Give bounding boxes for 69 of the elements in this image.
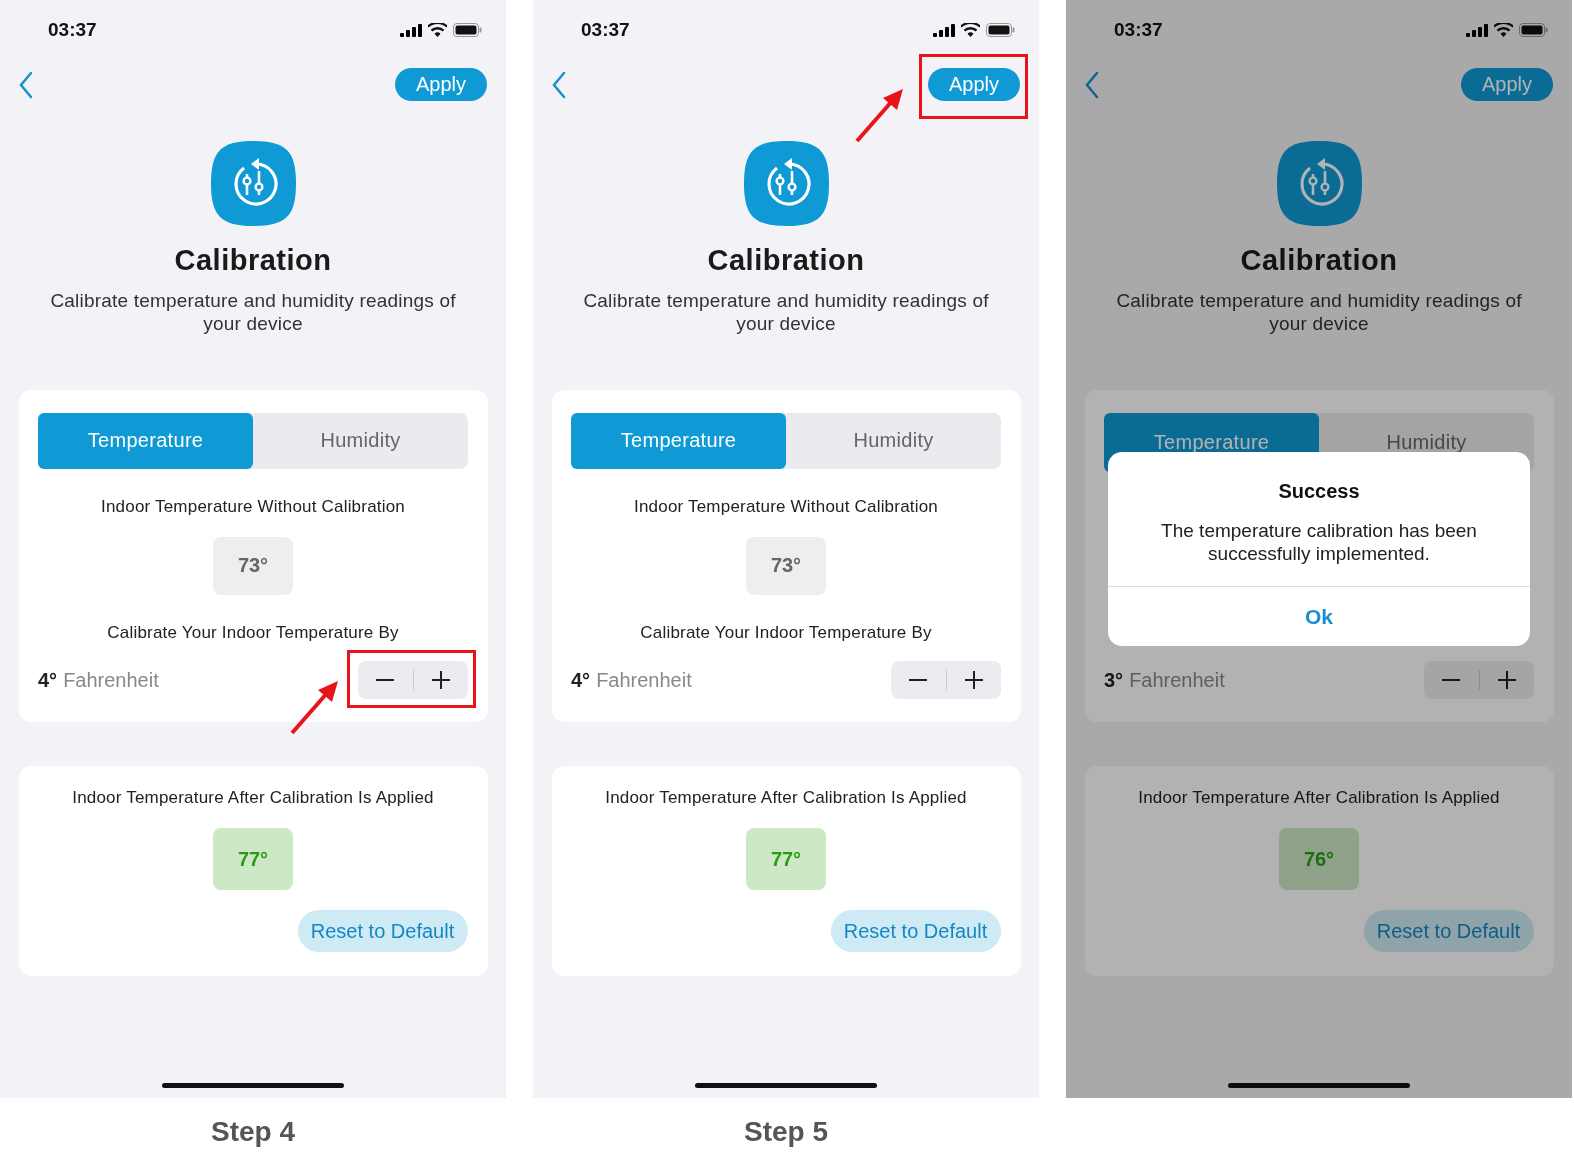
section-label: Indoor Temperature After Calibration Is Applied [1138, 788, 1500, 808]
tab[interactable]: Humidity [786, 413, 1001, 469]
plus-icon [431, 671, 450, 689]
offset-unit: Fahrenheit [1129, 668, 1225, 692]
page-title: Calibration [707, 244, 865, 277]
section-label: Indoor Temperature After Calibration Is Applied [605, 788, 967, 808]
chevron-left-icon [1084, 70, 1100, 99]
page-title: Calibration [1240, 244, 1398, 277]
section-label: Indoor Temperature Without Calibration [101, 496, 405, 517]
minus-icon [1442, 679, 1461, 681]
temperature-reading: 73° [746, 536, 826, 595]
battery-icon [1519, 23, 1548, 37]
tab[interactable]: Temperature [571, 413, 786, 469]
status-time: 03:37 [48, 19, 97, 41]
back-button[interactable] [1084, 70, 1100, 99]
signal-icon [400, 23, 422, 37]
chevron-left-icon [551, 70, 567, 99]
page-subtitle: Calibrate temperature and humidity readings of your device [49, 289, 457, 335]
minus-icon [909, 679, 928, 681]
temperature-reading: 73° [213, 536, 293, 595]
calibration-icon [743, 141, 829, 226]
wifi-icon [961, 23, 980, 37]
apply-button[interactable]: Apply [395, 68, 487, 101]
signal-icon [1466, 23, 1488, 37]
battery-icon [453, 23, 482, 37]
page-title: Calibration [174, 244, 332, 277]
temperature-reading: 77° [746, 828, 826, 890]
back-button[interactable] [18, 70, 34, 99]
wifi-icon [428, 23, 447, 37]
temperature-reading: 77° [213, 828, 293, 890]
plus-icon [964, 671, 983, 689]
plus-icon [1497, 671, 1516, 689]
temperature-reading: 76° [1279, 828, 1359, 890]
apply-button[interactable]: Apply [1461, 68, 1553, 101]
tab[interactable]: Humidity [1319, 413, 1534, 472]
pointer-arrow [855, 89, 903, 143]
offset-value: 3° [1104, 668, 1124, 692]
offset-value: 4° [38, 668, 58, 692]
reset-button[interactable]: Reset to Default [1363, 910, 1534, 952]
calibration-icon [210, 141, 296, 226]
tab[interactable]: Temperature [38, 413, 253, 469]
signal-icon [933, 23, 955, 37]
apply-button[interactable]: Apply [928, 68, 1020, 101]
offset-value: 4° [571, 668, 591, 692]
offset-unit: Fahrenheit [596, 668, 692, 692]
offset-unit: Fahrenheit [63, 668, 159, 692]
reset-button[interactable]: Reset to Default [297, 910, 468, 952]
tab[interactable]: Humidity [253, 413, 468, 469]
chevron-left-icon [18, 70, 34, 99]
battery-icon [986, 23, 1015, 37]
status-time: 03:37 [581, 19, 630, 41]
calibration-icon [1276, 141, 1362, 226]
section-label: Indoor Temperature After Calibration Is Applied [72, 788, 434, 808]
step-caption: Step 4 [211, 1115, 295, 1148]
wifi-icon [1494, 23, 1513, 37]
page-subtitle: Calibrate temperature and humidity readings of your device [1115, 289, 1523, 335]
ok-button[interactable]: Ok [1108, 586, 1530, 646]
pointer-arrow [290, 681, 338, 735]
step-caption: Step 5 [744, 1115, 828, 1148]
section-label: Indoor Temperature Without Calibration [634, 496, 938, 517]
reset-button[interactable]: Reset to Default [830, 910, 1001, 952]
dialog-message: The temperature calibration has been successfully implemented. [1160, 519, 1478, 565]
page-subtitle: Calibrate temperature and humidity readings of your device [582, 289, 990, 335]
status-time: 03:37 [1114, 19, 1163, 41]
section-label: Calibrate Your Indoor Temperature By [640, 623, 932, 643]
section-label: Calibrate Your Indoor Temperature By [107, 623, 399, 643]
back-button[interactable] [551, 70, 567, 99]
minus-icon [376, 679, 395, 681]
dialog-title: Success [1278, 480, 1360, 503]
